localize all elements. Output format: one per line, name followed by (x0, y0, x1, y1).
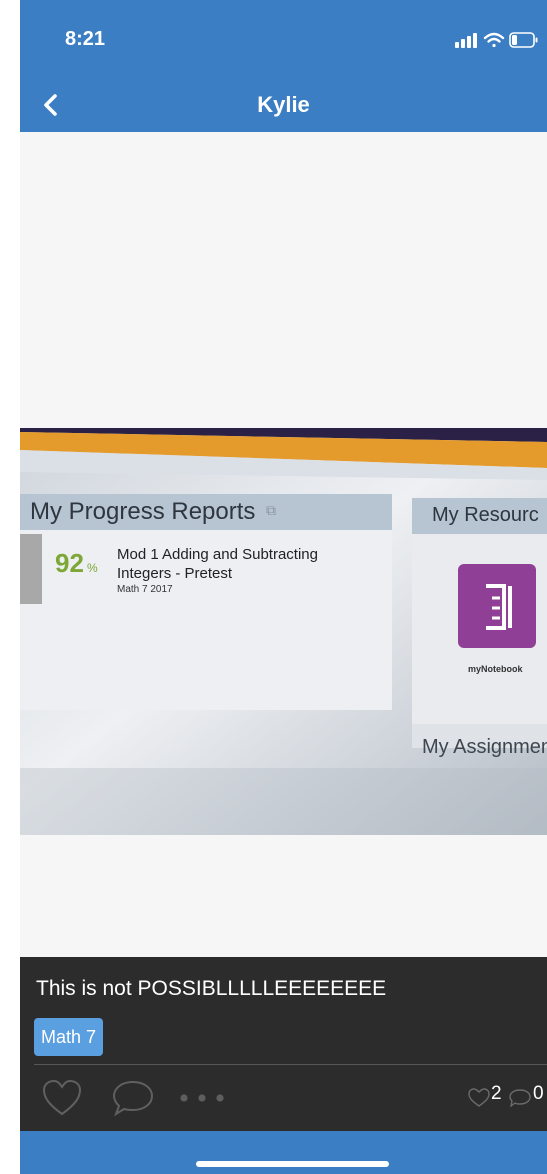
more-options-button[interactable] (178, 1091, 228, 1109)
status-time: 8:21 (65, 28, 106, 50)
resources-header: My Resourc (432, 504, 539, 526)
like-button[interactable] (42, 1079, 82, 1122)
external-link-icon: ⧉ (266, 502, 276, 518)
status-bar: 8:21 (20, 0, 547, 82)
wifi-icon (483, 32, 505, 48)
divider (34, 1064, 547, 1065)
score-unit: % (87, 561, 98, 575)
heart-icon (42, 1079, 82, 1116)
battery-icon (509, 32, 538, 48)
photo-area: My Progress Reports ⧉ 92 % Mod 1 Adding … (20, 132, 547, 957)
item-course: Math 7 2017 (117, 584, 173, 595)
comment-button[interactable] (112, 1079, 154, 1122)
page-title: Kylie (257, 92, 310, 117)
post-photo[interactable]: My Progress Reports ⧉ 92 % Mod 1 Adding … (20, 428, 547, 835)
post-caption: This is not POSSIBLLLLLEEEEEEEE (36, 977, 387, 1000)
speech-bubble-icon (112, 1080, 154, 1117)
assignments-header: My Assignmen (422, 736, 547, 758)
comment-count: 0 (533, 1083, 544, 1104)
nav-bar: Kylie (20, 82, 547, 132)
status-icons (441, 30, 541, 50)
ellipsis-icon (180, 1094, 224, 1102)
item-title-line2: Integers - Pretest (117, 565, 233, 582)
bottom-bar (20, 1131, 547, 1174)
like-count-heart-icon (468, 1088, 490, 1107)
home-indicator[interactable] (196, 1161, 389, 1167)
score-value: 92 (55, 548, 84, 578)
like-count: 2 (491, 1083, 502, 1104)
progress-reports-header: My Progress Reports (30, 498, 256, 525)
subject-tag[interactable]: Math 7 (34, 1018, 104, 1056)
post-details: This is not POSSIBLLLLLEEEEEEEE Math 7 2… (20, 957, 547, 1131)
notebook-label: myNotebook (468, 664, 523, 674)
item-title-line1: Mod 1 Adding and Subtracting (117, 546, 318, 563)
signal-icon (455, 33, 477, 48)
comment-count-bubble-icon (509, 1089, 531, 1107)
notebook-icon (458, 564, 536, 648)
